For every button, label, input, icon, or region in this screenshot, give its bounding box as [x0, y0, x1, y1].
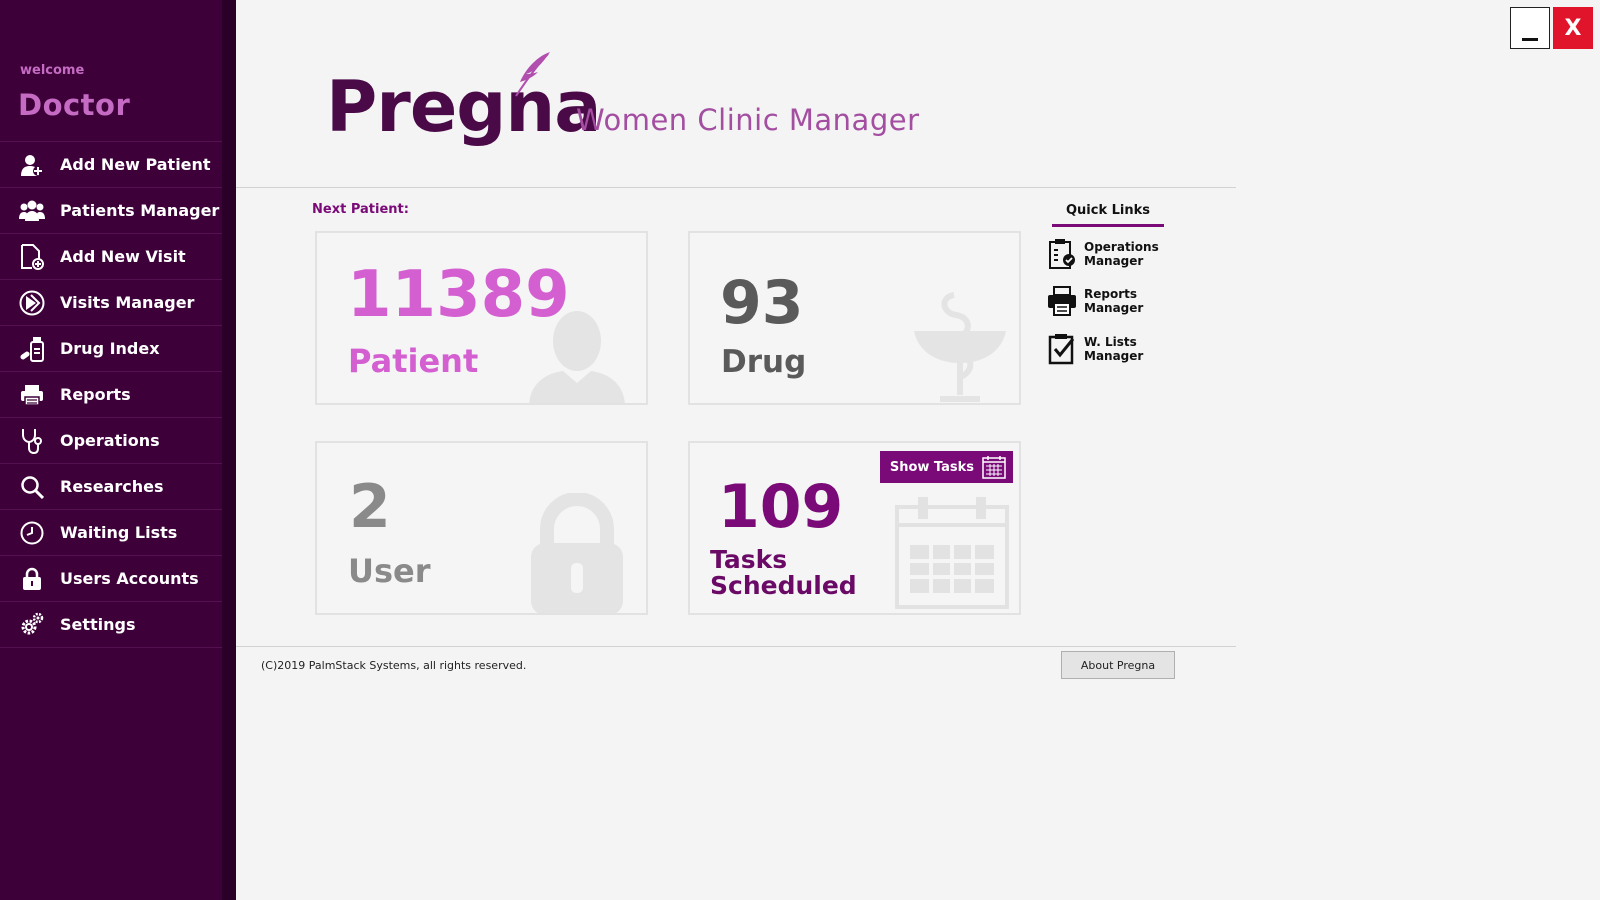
sidebar-item-label: Waiting Lists: [60, 523, 178, 542]
calendar-icon: [982, 456, 1006, 479]
quick-links-title: Quick Links: [1052, 203, 1164, 227]
sidebar-nav: Add New Patient Patients Manager Add New…: [0, 141, 222, 648]
sidebar-item-label: Reports: [60, 385, 131, 404]
user-role-title: Doctor: [18, 88, 131, 122]
show-tasks-label: Show Tasks: [889, 459, 974, 475]
tasks-caption: Tasks Scheduled: [710, 545, 857, 601]
feather-icon: [515, 52, 550, 97]
sidebar-item-reports[interactable]: Reports: [0, 372, 222, 418]
sidebar-item-operations[interactable]: Operations: [0, 418, 222, 464]
app-logo: Pregna: [326, 66, 601, 148]
header-divider: [236, 187, 1236, 188]
drug-caption: Drug: [721, 344, 807, 380]
sidebar-edge: [222, 0, 236, 900]
search-icon: [19, 474, 45, 500]
quick-link-label: Operations Manager: [1084, 240, 1159, 268]
user-caption: User: [348, 552, 431, 590]
patient-caption: Patient: [348, 342, 479, 380]
sidebar-item-label: Add New Patient: [60, 155, 211, 174]
sidebar-item-label: Users Accounts: [60, 569, 199, 588]
calendar-background-icon: [895, 497, 1009, 609]
drug-icon: [19, 336, 45, 362]
minimize-button[interactable]: [1510, 7, 1550, 49]
stethoscope-icon: [19, 428, 45, 454]
quick-link-operations-manager[interactable]: Operations Manager: [1046, 237, 1159, 271]
sidebar-item-users-accounts[interactable]: Users Accounts: [0, 556, 222, 602]
sidebar-item-label: Operations: [60, 431, 160, 450]
users-icon: [19, 198, 45, 224]
quick-link-reports-manager[interactable]: Reports Manager: [1046, 284, 1143, 318]
quick-link-label: W. Lists Manager: [1084, 335, 1144, 363]
lock-icon: [19, 566, 45, 592]
pharmacy-bowl-icon: [914, 292, 1006, 402]
tasks-count-card[interactable]: 109 Tasks Scheduled Show Tasks: [688, 441, 1021, 615]
close-button[interactable]: X: [1553, 7, 1593, 49]
welcome-text: welcome: [20, 63, 85, 78]
sidebar-item-settings[interactable]: Settings: [0, 602, 222, 648]
sidebar-item-waiting-lists[interactable]: Waiting Lists: [0, 510, 222, 556]
sidebar-item-label: Visits Manager: [60, 293, 195, 312]
user-count: 2: [349, 472, 391, 542]
sidebar-item-patients-manager[interactable]: Patients Manager: [0, 188, 222, 234]
sidebar-item-label: Drug Index: [60, 339, 160, 358]
drug-count: 93: [720, 268, 804, 338]
minimize-icon: [1522, 37, 1538, 41]
quick-link-label: Reports Manager: [1084, 287, 1144, 315]
clock-icon: [19, 520, 45, 546]
quick-link-wlists-manager[interactable]: W. Lists Manager: [1046, 332, 1143, 366]
sidebar-item-add-new-patient[interactable]: Add New Patient: [0, 142, 222, 188]
gear-icon: [19, 612, 45, 638]
sidebar-item-label: Patients Manager: [60, 201, 220, 220]
next-patient-label: Next Patient:: [312, 202, 409, 217]
drug-count-card[interactable]: 93 Drug: [688, 231, 1021, 405]
tasks-count: 109: [718, 472, 844, 542]
file-add-icon: [19, 243, 45, 270]
add-user-icon: [19, 152, 45, 178]
sidebar-item-label: Add New Visit: [60, 247, 186, 266]
sidebar-item-label: Settings: [60, 615, 136, 634]
show-tasks-button[interactable]: Show Tasks: [879, 451, 1013, 483]
sidebar-item-drug-index[interactable]: Drug Index: [0, 326, 222, 372]
copyright-text: (C)2019 PalmStack Systems, all rights re…: [261, 659, 527, 672]
sidebar: welcome Doctor Add New Patient Patients …: [0, 0, 222, 900]
sidebar-item-label: Researches: [60, 477, 164, 496]
footer-divider: [236, 646, 1236, 647]
sidebar-item-researches[interactable]: Researches: [0, 464, 222, 510]
about-button[interactable]: About Pregna: [1061, 651, 1175, 679]
sidebar-item-add-new-visit[interactable]: Add New Visit: [0, 234, 222, 280]
patient-count-card[interactable]: 11389 Patient: [315, 231, 648, 405]
clipboard-check-icon: [1046, 237, 1078, 271]
checklist-icon: [1046, 332, 1078, 366]
user-count-card[interactable]: 2 User: [315, 441, 648, 615]
printer-icon: [1046, 284, 1078, 318]
sidebar-item-visits-manager[interactable]: Visits Manager: [0, 280, 222, 326]
visits-icon: [19, 290, 45, 316]
patient-count: 11389: [347, 258, 570, 332]
padlock-icon: [531, 493, 623, 613]
app-tagline: Women Clinic Manager: [576, 103, 920, 137]
printer-icon: [19, 382, 45, 408]
